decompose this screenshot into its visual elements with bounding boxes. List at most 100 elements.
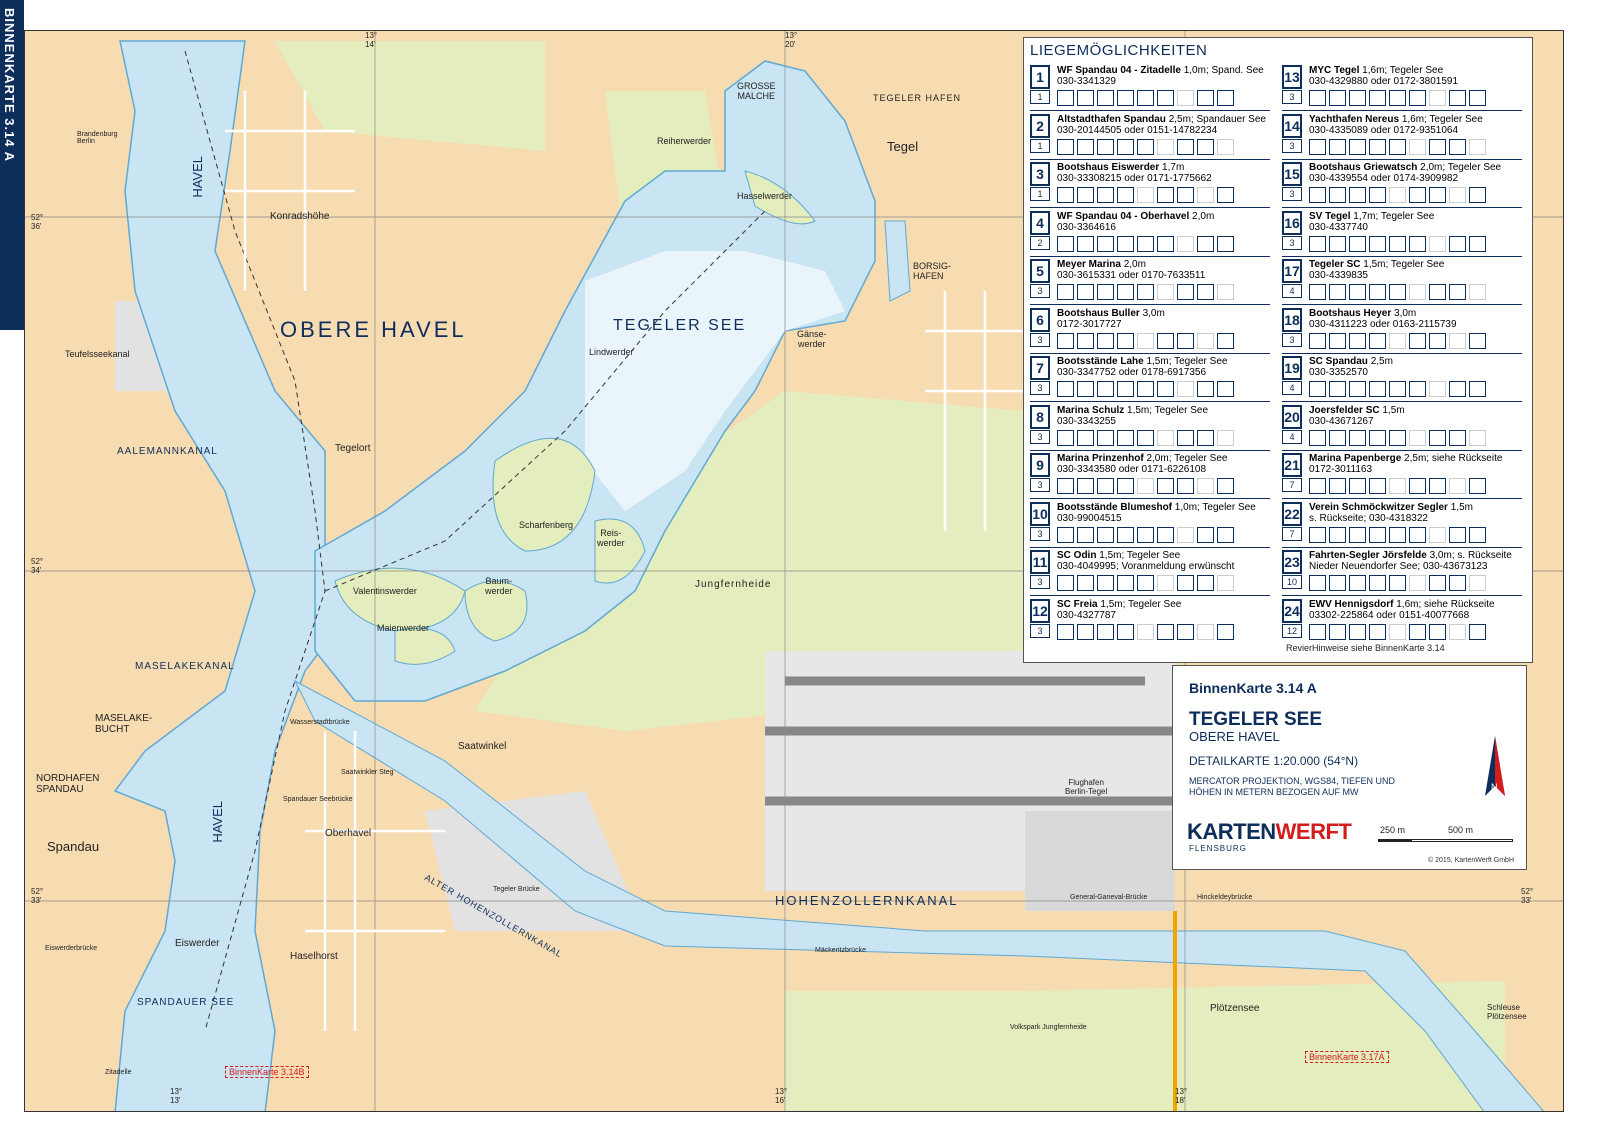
mooring-map-ref: 3 <box>1282 187 1302 201</box>
label-maselakekanal: MASELAKEKANAL <box>135 661 235 672</box>
mooring-entry[interactable]: 11 3 SC Odin 1,5m; Tegeler See 030-4049995;… <box>1030 550 1270 596</box>
water-icon <box>1097 284 1114 300</box>
wc-icon <box>1309 187 1326 203</box>
repair-icon <box>1449 575 1466 591</box>
shower-icon <box>1329 284 1346 300</box>
fuel-icon <box>1389 478 1406 494</box>
water-icon <box>1349 90 1366 106</box>
label-schleuse: Schleuse Plötzensee <box>1487 1003 1527 1021</box>
slip-icon <box>1177 575 1194 591</box>
mooring-entry[interactable]: 3 1 Bootshaus Eiswerder 1,7m 030-33308215 o… <box>1030 162 1270 208</box>
repair-icon <box>1449 381 1466 397</box>
crane-icon <box>1409 623 1426 640</box>
mooring-number: 23 <box>1282 550 1302 574</box>
label-hinckeldeybrucke: Hinckeldeybrücke <box>1197 894 1253 901</box>
shower-icon <box>1077 284 1094 300</box>
mooring-name: Marina Prinzenhof 2,0m; Tegeler See <box>1057 453 1228 464</box>
mooring-entry[interactable]: 9 3 Marina Prinzenhof 2,0m; Tegeler See 030… <box>1030 453 1270 499</box>
moorings-panel: LIEGEMÖGLICHKEITEN 1 1 WF Spandau 04 - Zit… <box>1023 37 1533 663</box>
mooring-entry[interactable]: 10 3 Bootsstände Blumeshof 1,0m; Tegeler S… <box>1030 501 1270 548</box>
slip-icon <box>1177 526 1194 543</box>
mooring-entry[interactable]: 13 3 MYC Tegel 1,6m; Tegeler See 030-432988… <box>1282 65 1522 111</box>
repair-icon <box>1197 526 1214 543</box>
label-binnenkarte-314b[interactable]: BinnenKarte 3.14B <box>225 1066 309 1078</box>
mooring-map-ref: 2 <box>1030 235 1050 250</box>
mooring-entry[interactable]: 2 1 Altstadthafen Spandau 2,5m; Spandauer … <box>1030 113 1270 160</box>
label-obere-havel: OBERE HAVEL <box>280 317 467 342</box>
power-icon <box>1369 526 1386 543</box>
mooring-separator <box>1282 255 1522 257</box>
label-zitadelle: Zitadelle <box>105 1069 132 1076</box>
wc-icon <box>1057 381 1074 397</box>
chart-edge-tab: BINNENKARTE 3.14 A <box>0 0 24 330</box>
slip-icon <box>1177 623 1194 640</box>
mooring-entry[interactable]: 7 3 Bootsstände Lahe 1,5m; Tegeler See 030-… <box>1030 356 1270 402</box>
mooring-entry[interactable]: 12 3 SC Freia 1,5m; Tegeler See 030-4327787 <box>1030 598 1270 645</box>
mooring-entry[interactable]: 5 3 Meyer Marina 2,0m 030-3615331 oder 0170… <box>1030 259 1270 305</box>
mooring-phone: 0172-3017727 <box>1057 318 1122 330</box>
mooring-name: MYC Tegel 1,6m; Tegeler See <box>1309 65 1444 76</box>
mooring-phone: 030-4337740 <box>1309 221 1368 233</box>
slip-icon <box>1429 235 1446 252</box>
repair-icon <box>1449 478 1466 494</box>
mooring-separator <box>1030 110 1270 111</box>
mooring-map-ref: 3 <box>1030 284 1050 298</box>
water-icon <box>1097 187 1114 203</box>
mooring-entry[interactable]: 15 3 Bootshaus Griewatsch 2,0m; Tegeler Se… <box>1282 162 1522 208</box>
water-icon <box>1097 478 1114 494</box>
mooring-entry[interactable]: 16 3 SV Tegel 1,7m; Tegeler See 030-4337740 <box>1282 210 1522 257</box>
power-icon <box>1369 138 1386 155</box>
mooring-entry[interactable]: 17 4 Tegeler SC 1,5m; Tegeler See 030-43398… <box>1282 259 1522 305</box>
mooring-entry[interactable]: 19 4 SC Spandau 2,5m 030-3352570 <box>1282 356 1522 402</box>
mooring-entry[interactable]: 1 1 WF Spandau 04 - Zitadelle 1,0m; Spand.… <box>1030 65 1270 111</box>
mooring-entry[interactable]: 20 4 Joersfelder SC 1,5m 030-43671267 <box>1282 404 1522 451</box>
mooring-entry[interactable]: 4 2 WF Spandau 04 - Oberhavel 2,0m 030-3364… <box>1030 210 1270 257</box>
power-icon <box>1117 526 1134 543</box>
mooring-entry[interactable]: 22 7 Verein Schmöckwitzer Segler 1,5m s. Rü… <box>1282 501 1522 548</box>
mooring-entry[interactable]: 8 3 Marina Schulz 1,5m; Tegeler See 030-334… <box>1030 404 1270 451</box>
mooring-number: 14 <box>1282 113 1302 138</box>
repair-icon <box>1197 138 1214 155</box>
mooring-entry[interactable]: 14 3 Yachthafen Nereus 1,6m; Tegeler See 03… <box>1282 113 1522 160</box>
crane-icon <box>1157 332 1174 349</box>
label-lon-13-20: 13° 20' <box>785 31 798 49</box>
mooring-separator <box>1030 498 1270 499</box>
wc-icon <box>1057 138 1074 155</box>
scale-bar: 250 m 500 m <box>1378 825 1513 842</box>
mooring-map-ref: 3 <box>1282 332 1302 347</box>
chart-number: BinnenKarte 3.14 A <box>1189 680 1317 696</box>
label-borsighafen: BORSIG- HAFEN <box>913 261 952 281</box>
mooring-entry[interactable]: 23 10 Fahrten-Segler Jörsfelde 3,0m; s. Rü… <box>1282 550 1522 596</box>
label-lat-right: 52° 33' <box>1521 887 1534 905</box>
mooring-entry[interactable]: 24 12 EWV Hennigsdorf 1,6m; siehe Rückseit… <box>1282 598 1522 645</box>
moorings-title: LIEGEMÖGLICHKEITEN <box>1030 42 1208 59</box>
label-wasserstadtbrucke: Wasserstadtbrücke <box>290 719 350 726</box>
chart-scale: DETAILKARTE 1:20.000 (54°N) <box>1189 754 1359 768</box>
fuel-icon <box>1389 623 1406 640</box>
power-icon <box>1369 429 1386 446</box>
supplies-icon <box>1469 575 1486 591</box>
mooring-entry[interactable]: 21 7 Marina Papenberge 2,5m; siehe Rücksei… <box>1282 453 1522 499</box>
wc-icon <box>1057 90 1074 106</box>
mooring-separator <box>1282 304 1522 305</box>
mooring-icons <box>1309 138 1489 155</box>
supplies-icon <box>1469 332 1486 349</box>
power-icon <box>1369 478 1386 494</box>
label-spandauer-see: SPANDAUER SEE <box>137 997 235 1008</box>
repair-icon <box>1197 90 1214 106</box>
mooring-phone: 030-4339835 <box>1309 270 1368 281</box>
wc-icon <box>1057 187 1074 203</box>
mooring-number: 12 <box>1030 598 1050 623</box>
crane-icon <box>1157 90 1174 106</box>
repair-icon <box>1197 575 1214 591</box>
mooring-icons <box>1309 429 1489 446</box>
mooring-entry[interactable]: 18 3 Bootshaus Heyer 3,0m 030-4311223 oder … <box>1282 307 1522 354</box>
mooring-entry[interactable]: 6 3 Bootshaus Buller 3,0m 0172-3017727 <box>1030 307 1270 354</box>
label-binnenkarte-317a[interactable]: BinnenKarte 3.17A <box>1305 1051 1389 1063</box>
wc-icon <box>1309 284 1326 300</box>
water-icon <box>1097 623 1114 640</box>
fuel-icon <box>1137 478 1154 494</box>
crane-icon <box>1157 478 1174 494</box>
slip-icon <box>1177 429 1194 446</box>
mooring-separator <box>1282 352 1522 354</box>
